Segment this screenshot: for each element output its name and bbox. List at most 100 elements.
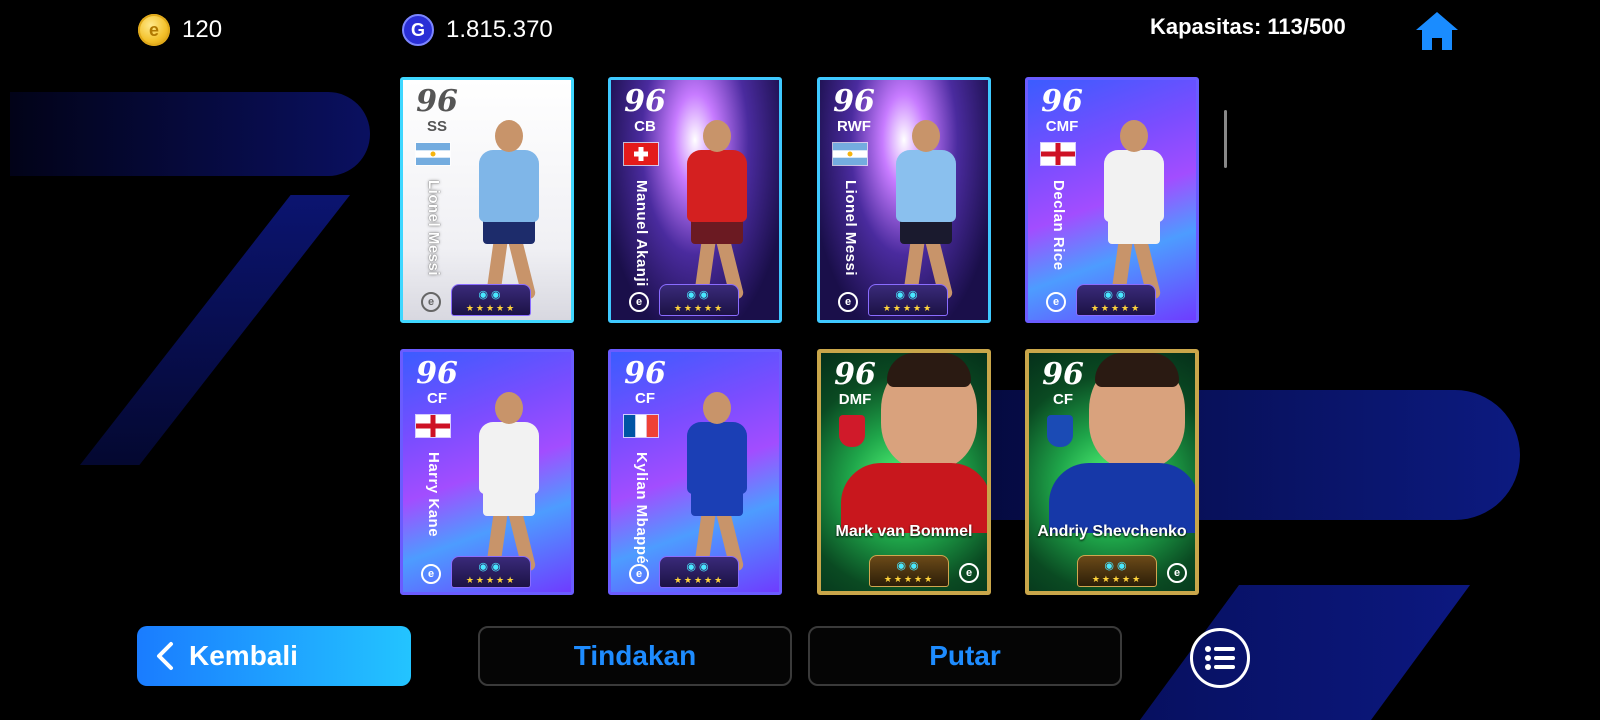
skill-slots: ◉◉ ★★★★★	[659, 284, 739, 316]
player-card[interactable]: 96 CF Kylian Mbappé ◉◉ ★★★★★ e	[608, 349, 782, 595]
skill-pips-icon: ◉◉	[686, 289, 712, 301]
club-badge-icon	[1047, 415, 1073, 447]
star-rating: ★★★★★	[673, 575, 725, 585]
skill-slots: ◉◉ ★★★★★	[451, 284, 531, 316]
player-portrait	[881, 353, 977, 469]
player-position: CB	[634, 118, 656, 135]
star-rating: ★★★★★	[1091, 574, 1143, 584]
player-image	[659, 392, 775, 582]
player-name: Manuel Akanji	[633, 180, 650, 287]
player-position: CMF	[1045, 118, 1079, 135]
back-button[interactable]: Kembali	[137, 626, 411, 686]
rotate-button[interactable]: Putar	[808, 626, 1122, 686]
star-rating: ★★★★★	[465, 303, 517, 313]
list-menu-button[interactable]	[1190, 628, 1250, 688]
player-card[interactable]: 96 RWF Lionel Messi ◉◉ ★★★★★ e	[817, 77, 991, 323]
back-label: Kembali	[189, 640, 298, 671]
player-name: Andriy Shevchenko	[1037, 523, 1187, 540]
gp-balance: G 1.815.370	[402, 12, 553, 48]
player-name: Harry Kane	[425, 452, 442, 538]
skill-pips-icon: ◉◉	[478, 289, 504, 301]
player-name: Lionel Messi	[425, 180, 442, 277]
skill-pips-icon: ◉◉	[895, 289, 921, 301]
star-rating: ★★★★★	[882, 303, 934, 313]
skill-pips-icon: ◉◉	[1103, 289, 1129, 301]
home-icon[interactable]	[1414, 10, 1460, 52]
rotate-label: Putar	[929, 640, 1001, 671]
player-card[interactable]: 96 CB Manuel Akanji ◉◉ ★★★★★ e	[608, 77, 782, 323]
bg-decoration	[10, 92, 370, 176]
action-button[interactable]: Tindakan	[478, 626, 792, 686]
player-name: Declan Rice	[1050, 180, 1067, 271]
star-rating: ★★★★★	[465, 575, 517, 585]
argentina-flag-icon	[832, 142, 868, 166]
player-image	[451, 392, 567, 582]
star-rating: ★★★★★	[883, 574, 935, 584]
player-rating: 96	[1041, 84, 1083, 119]
player-rating: 96	[834, 357, 876, 392]
skill-slots: ◉◉ ★★★★★	[1077, 555, 1157, 587]
club-badge-icon	[839, 415, 865, 447]
star-rating: ★★★★★	[673, 303, 725, 313]
player-rating: 96	[1042, 357, 1084, 392]
efootball-logo-icon: e	[629, 292, 649, 312]
bg-decoration	[80, 195, 350, 465]
player-position: CF	[1053, 391, 1073, 408]
player-card[interactable]: 96 CF Andriy Shevchenko ◉◉ ★★★★★ e	[1025, 349, 1199, 595]
coin-balance: e 120	[138, 12, 222, 48]
efootball-logo-icon: e	[629, 564, 649, 584]
player-rating: 96	[833, 84, 875, 119]
gp-value: 1.815.370	[446, 16, 553, 43]
skill-slots: ◉◉ ★★★★★	[1076, 284, 1156, 316]
star-rating: ★★★★★	[1090, 303, 1142, 313]
scrollbar[interactable]	[1224, 110, 1227, 168]
switzerland-flag-icon	[623, 142, 659, 166]
player-card[interactable]: 96 DMF Mark van Bommel ◉◉ ★★★★★ e	[817, 349, 991, 595]
player-image	[1076, 120, 1192, 310]
player-card[interactable]: 96 SS Lionel Messi ◉◉ ★★★★★ e	[400, 77, 574, 323]
gp-icon: G	[402, 14, 434, 46]
efootball-logo-icon: e	[421, 292, 441, 312]
player-position: SS	[426, 118, 447, 135]
skill-slots: ◉◉ ★★★★★	[451, 556, 531, 588]
skill-pips-icon: ◉◉	[478, 561, 504, 573]
skill-slots: ◉◉ ★★★★★	[868, 284, 948, 316]
skill-pips-icon: ◉◉	[896, 560, 922, 572]
list-menu-icon	[1205, 646, 1235, 670]
skill-pips-icon: ◉◉	[1104, 560, 1130, 572]
player-position: DMF	[838, 391, 872, 408]
player-rating: 96	[416, 356, 458, 391]
player-name: Kylian Mbappé	[633, 452, 650, 565]
efootball-logo-icon: e	[959, 563, 979, 583]
efootball-logo-icon: e	[838, 292, 858, 312]
england-flag-icon	[1040, 142, 1076, 166]
player-card[interactable]: 96 CMF Declan Rice ◉◉ ★★★★★ e	[1025, 77, 1199, 323]
player-position: CF	[427, 390, 447, 407]
player-image	[659, 120, 775, 310]
efootball-logo-icon: e	[1046, 292, 1066, 312]
skill-pips-icon: ◉◉	[686, 561, 712, 573]
player-name: Mark van Bommel	[835, 523, 973, 540]
coin-value: 120	[182, 16, 223, 43]
skill-slots: ◉◉ ★★★★★	[659, 556, 739, 588]
player-card[interactable]: 96 CF Harry Kane ◉◉ ★★★★★ e	[400, 349, 574, 595]
skill-slots: ◉◉ ★★★★★	[869, 555, 949, 587]
england-flag-icon	[415, 414, 451, 438]
player-image	[451, 120, 567, 310]
chevron-left-icon	[157, 642, 173, 670]
action-label: Tindakan	[573, 640, 697, 671]
france-flag-icon	[623, 414, 659, 438]
capacity-label: Kapasitas: 113/500	[1150, 14, 1346, 39]
player-image	[868, 120, 984, 310]
efootball-logo-icon: e	[421, 564, 441, 584]
player-rating: 96	[416, 84, 458, 119]
player-rating: 96	[624, 84, 666, 119]
player-position: RWF	[837, 118, 871, 135]
argentina-flag-icon	[415, 142, 451, 166]
player-name: Lionel Messi	[842, 180, 859, 277]
player-position: CF	[635, 390, 655, 407]
player-portrait	[1089, 353, 1185, 469]
player-rating: 96	[624, 356, 666, 391]
efootball-logo-icon: e	[1167, 563, 1187, 583]
coin-icon: e	[138, 14, 170, 46]
